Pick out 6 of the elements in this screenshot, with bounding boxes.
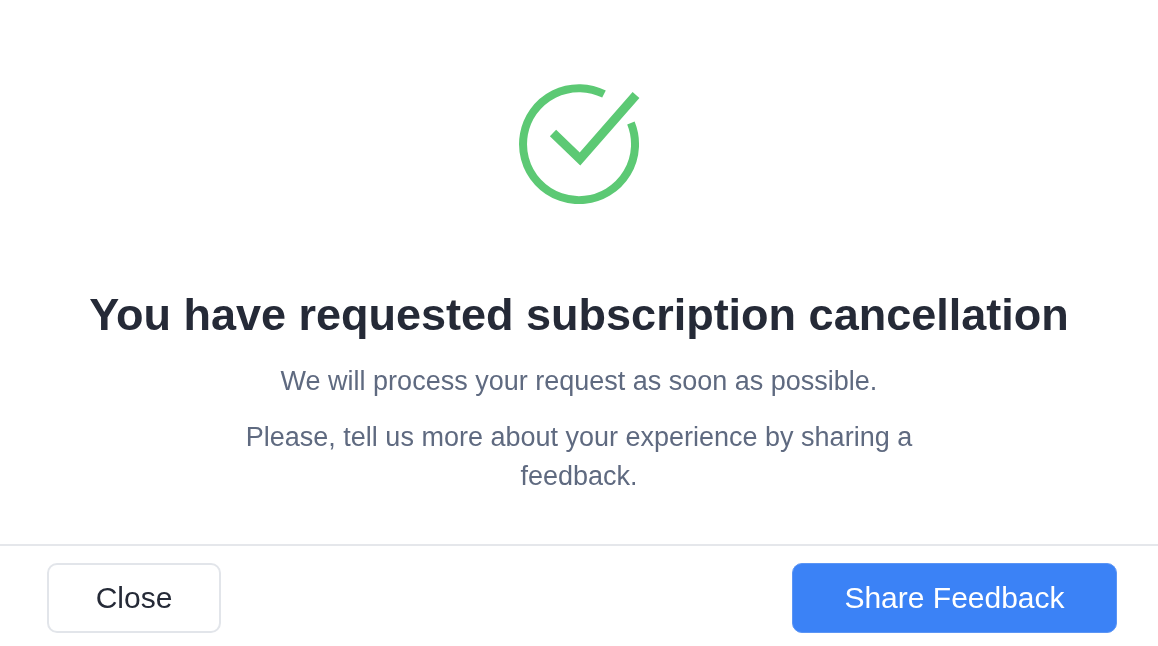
- message-text: We will process your request as soon as possible.: [280, 365, 878, 398]
- confirmation-title: You have requested subscription cancellation: [89, 290, 1069, 340]
- close-button[interactable]: Close: [47, 563, 221, 633]
- check-circle-icon: [518, 84, 641, 204]
- share-feedback-button[interactable]: Share Feedback: [792, 563, 1117, 633]
- message-text: Please, tell us more about your experience by sharing a feedback.: [244, 421, 914, 493]
